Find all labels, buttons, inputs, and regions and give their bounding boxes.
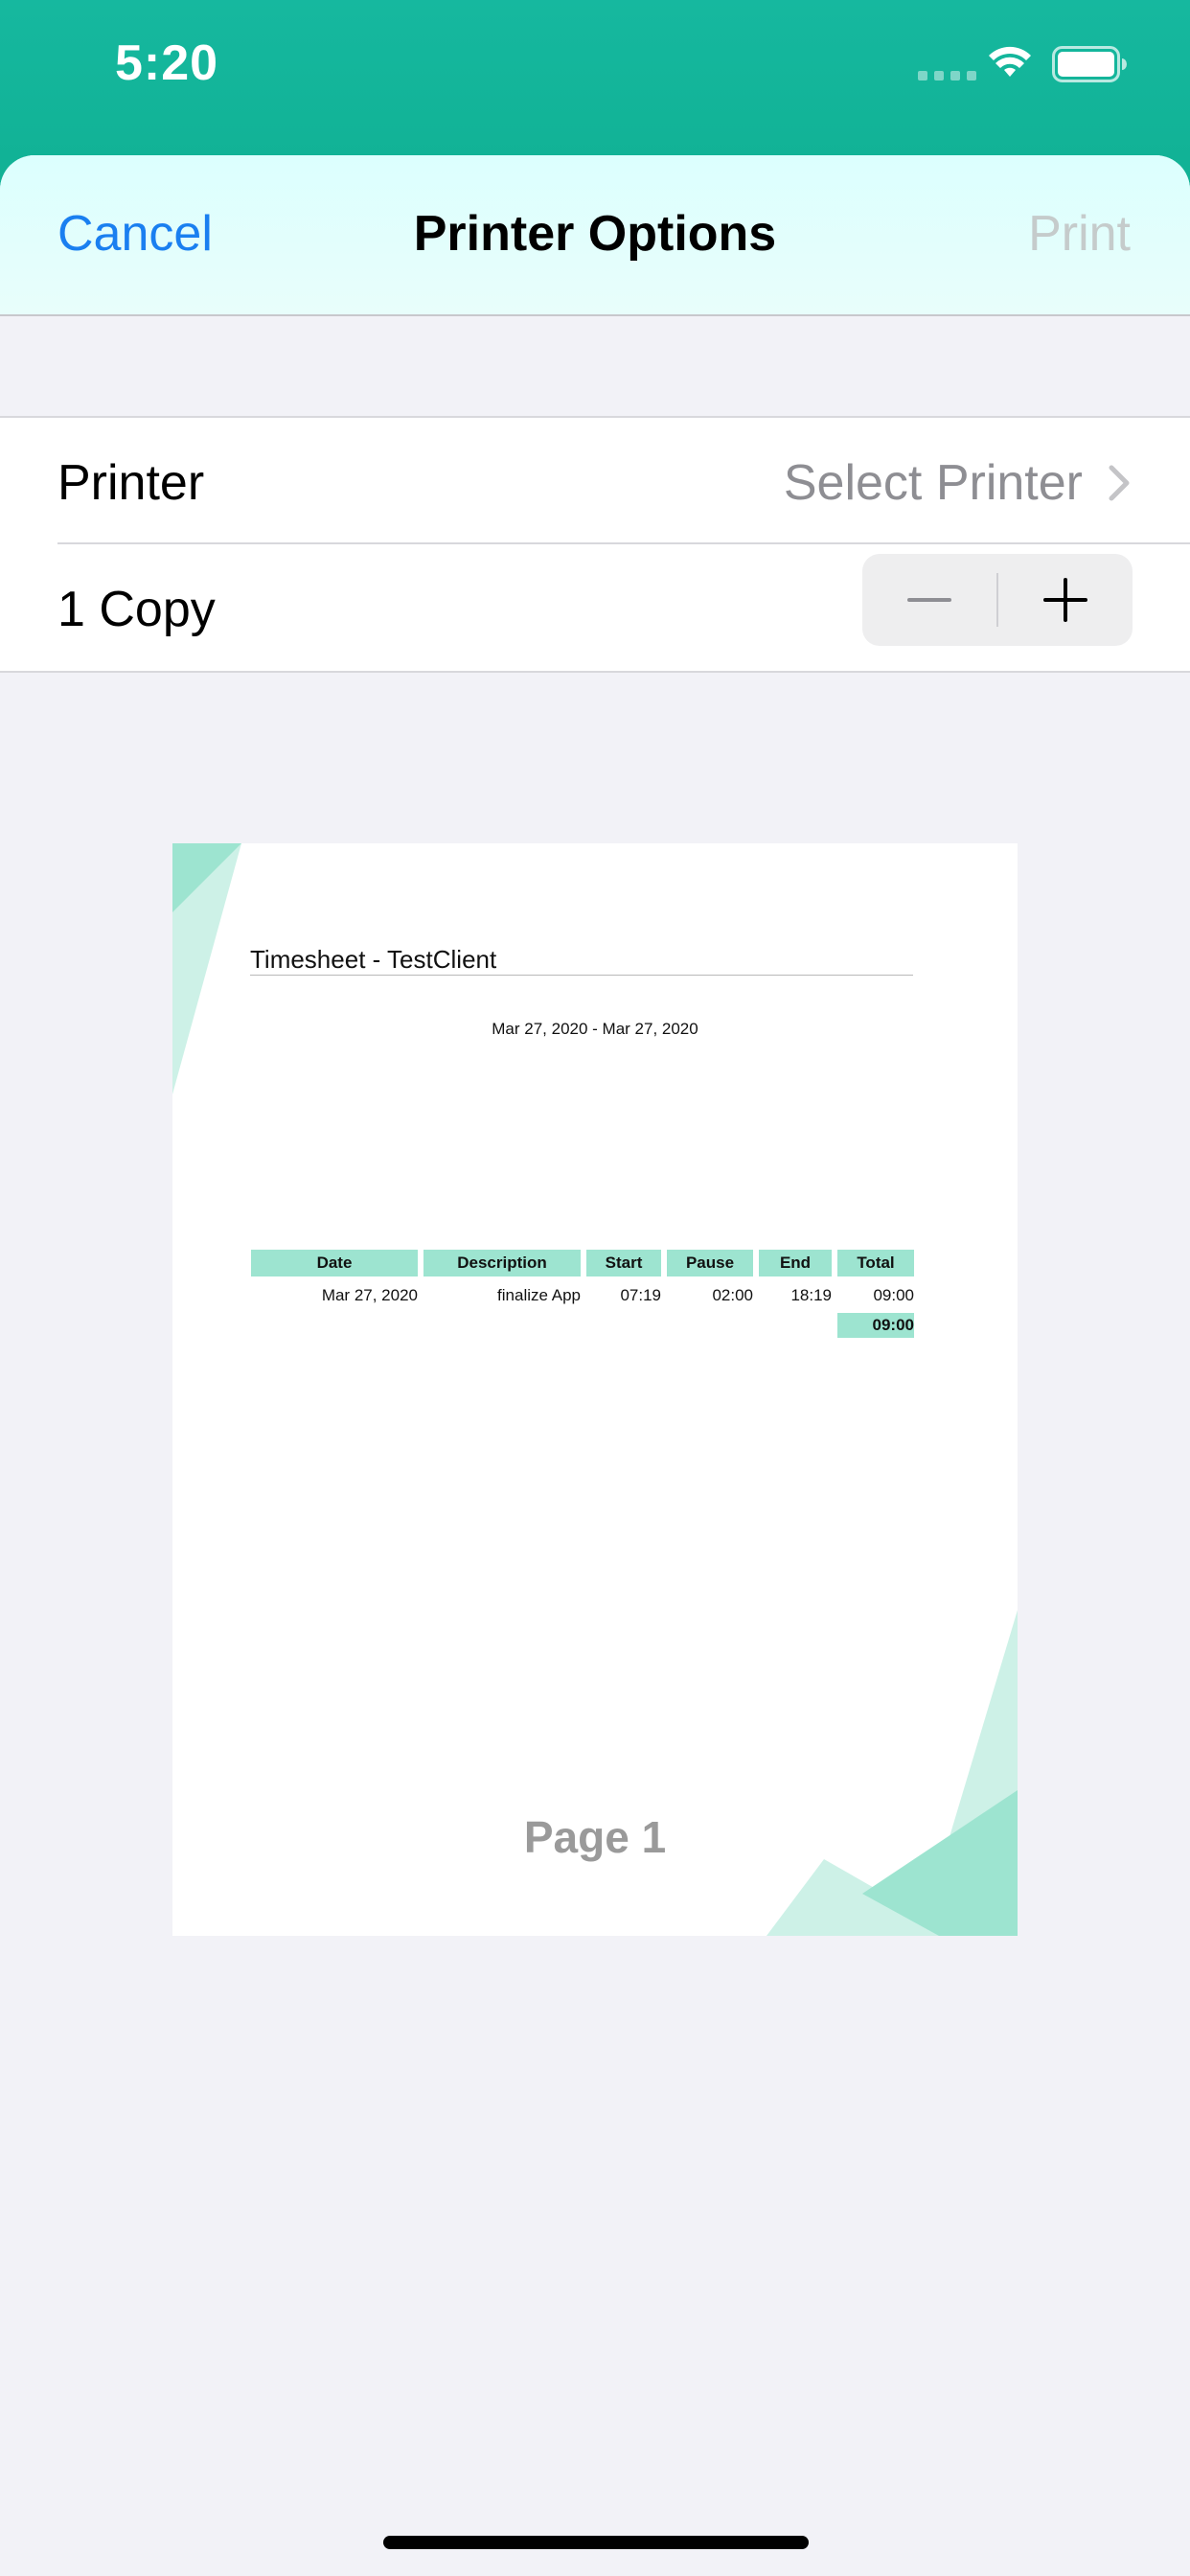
increment-copies-button[interactable]	[998, 554, 1133, 646]
battery-icon	[1052, 46, 1127, 82]
copies-stepper	[862, 554, 1133, 646]
select-printer-value: Select Printer	[783, 455, 1083, 511]
print-preview-page[interactable]: Timesheet - TestClient Mar 27, 2020 - Ma…	[172, 843, 1018, 1936]
corner-decoration	[767, 1610, 1018, 1936]
minus-icon	[907, 598, 951, 602]
page-title: Printer Options	[413, 206, 777, 262]
print-button[interactable]: Print	[1028, 205, 1131, 263]
decrement-copies-button[interactable]	[862, 554, 996, 646]
table-cell-total: 09:00	[873, 1286, 914, 1304]
table-cell-description: finalize App	[497, 1286, 581, 1304]
page-number-label: Page 1	[523, 1812, 667, 1862]
table-cell-start: 07:19	[620, 1286, 661, 1304]
column-header-date: Date	[251, 1250, 418, 1276]
navigation-bar: Cancel Printer Options Print	[0, 155, 1190, 316]
printer-label: Printer	[57, 455, 205, 511]
title-underline	[250, 975, 913, 976]
table-cell-pause: 02:00	[712, 1286, 753, 1304]
column-header-pause: Pause	[667, 1250, 753, 1276]
column-header-total: Total	[837, 1250, 914, 1276]
table-cell-end: 18:19	[790, 1286, 832, 1304]
chevron-right-icon	[1109, 465, 1130, 501]
signal-icon	[918, 71, 976, 80]
column-header-description: Description	[423, 1250, 581, 1276]
table-cell-date: Mar 27, 2020	[321, 1286, 418, 1304]
printer-options-group: Printer Select Printer 1 Copy	[0, 416, 1190, 673]
status-time: 5:20	[115, 35, 219, 91]
plus-icon	[1043, 578, 1087, 622]
home-indicator[interactable]	[383, 2536, 809, 2549]
copies-row: 1 Copy	[0, 544, 1190, 669]
column-header-start: Start	[586, 1250, 661, 1276]
date-range: Mar 27, 2020 - Mar 27, 2020	[492, 1020, 698, 1038]
document-title: Timesheet - TestClient	[250, 945, 497, 974]
printer-row[interactable]: Printer Select Printer	[0, 418, 1190, 544]
copies-label: 1 Copy	[57, 582, 216, 637]
column-header-end: End	[759, 1250, 832, 1276]
wifi-icon	[989, 46, 1031, 77]
grand-total-cell: 09:00	[837, 1313, 914, 1338]
